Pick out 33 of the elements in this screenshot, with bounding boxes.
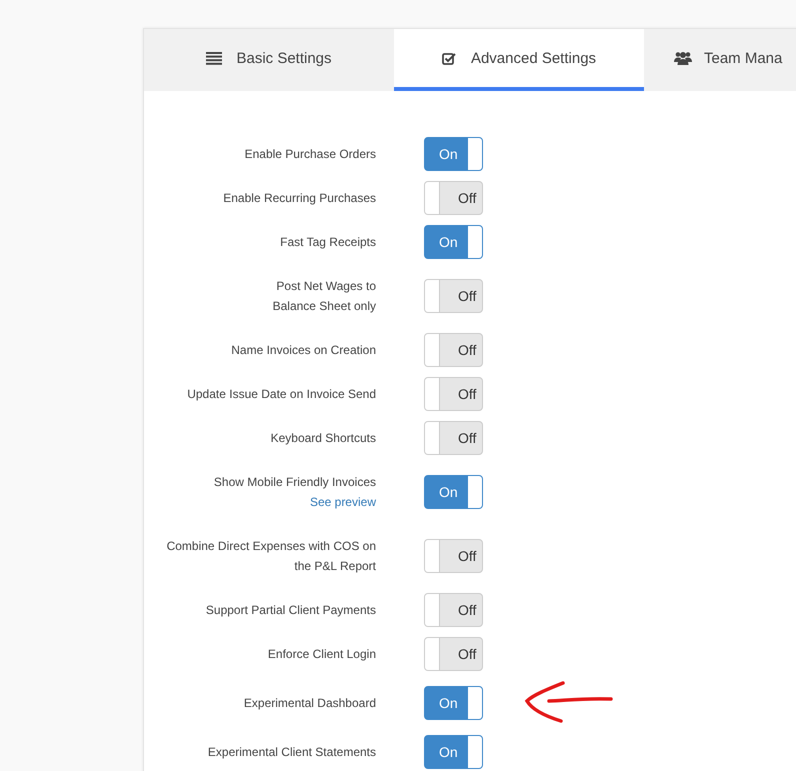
setting-label: Combine Direct Expenses with COS on the P&L Report xyxy=(166,538,376,575)
tab[interactable]: Basic Settings xyxy=(144,29,394,91)
setting-label: Enforce Client Login xyxy=(268,646,376,663)
setting-label: Fast Tag Receipts xyxy=(280,234,376,251)
tab[interactable]: Team Mana xyxy=(644,29,796,91)
setting-label: Experimental Client Statements xyxy=(208,744,376,761)
setting-label: Enable Purchase Orders xyxy=(244,146,376,163)
setting-label: Name Invoices on Creation xyxy=(231,342,376,359)
setting-label: Enable Recurring Purchases xyxy=(223,190,376,207)
toggle-switch[interactable]: Off xyxy=(424,181,483,215)
toggle-switch[interactable]: Off xyxy=(424,539,483,573)
toggle-switch[interactable]: On xyxy=(424,735,483,769)
toggle-switch[interactable]: On xyxy=(424,225,483,259)
checkbox-icon xyxy=(442,52,457,64)
preview-link[interactable]: See preview xyxy=(310,492,376,512)
toggle-switch[interactable]: On xyxy=(424,137,483,171)
setting-label: Experimental Dashboard xyxy=(244,695,376,712)
toggle-switch[interactable]: Off xyxy=(424,333,483,367)
toggle-switch[interactable]: Off xyxy=(424,279,483,313)
toggle-switch[interactable]: Off xyxy=(424,421,483,455)
setting-label: Keyboard Shortcuts xyxy=(270,430,376,447)
toggle-switch[interactable]: Off xyxy=(424,637,483,671)
toggle-switch[interactable]: Off xyxy=(424,377,483,411)
setting-label: Update Issue Date on Invoice Send xyxy=(187,386,376,403)
setting-label: Post Net Wages to Balance Sheet only xyxy=(272,278,376,315)
users-icon xyxy=(674,51,692,65)
tab[interactable]: Advanced Settings xyxy=(394,29,644,91)
setting-label: Show Mobile Friendly Invoices xyxy=(214,474,376,491)
toggle-switch[interactable]: Off xyxy=(424,593,483,627)
setting-label: Support Partial Client Payments xyxy=(206,602,376,619)
list-icon xyxy=(206,52,222,64)
toggle-switch[interactable]: On xyxy=(424,475,483,509)
toggle-switch[interactable]: On xyxy=(424,686,483,720)
